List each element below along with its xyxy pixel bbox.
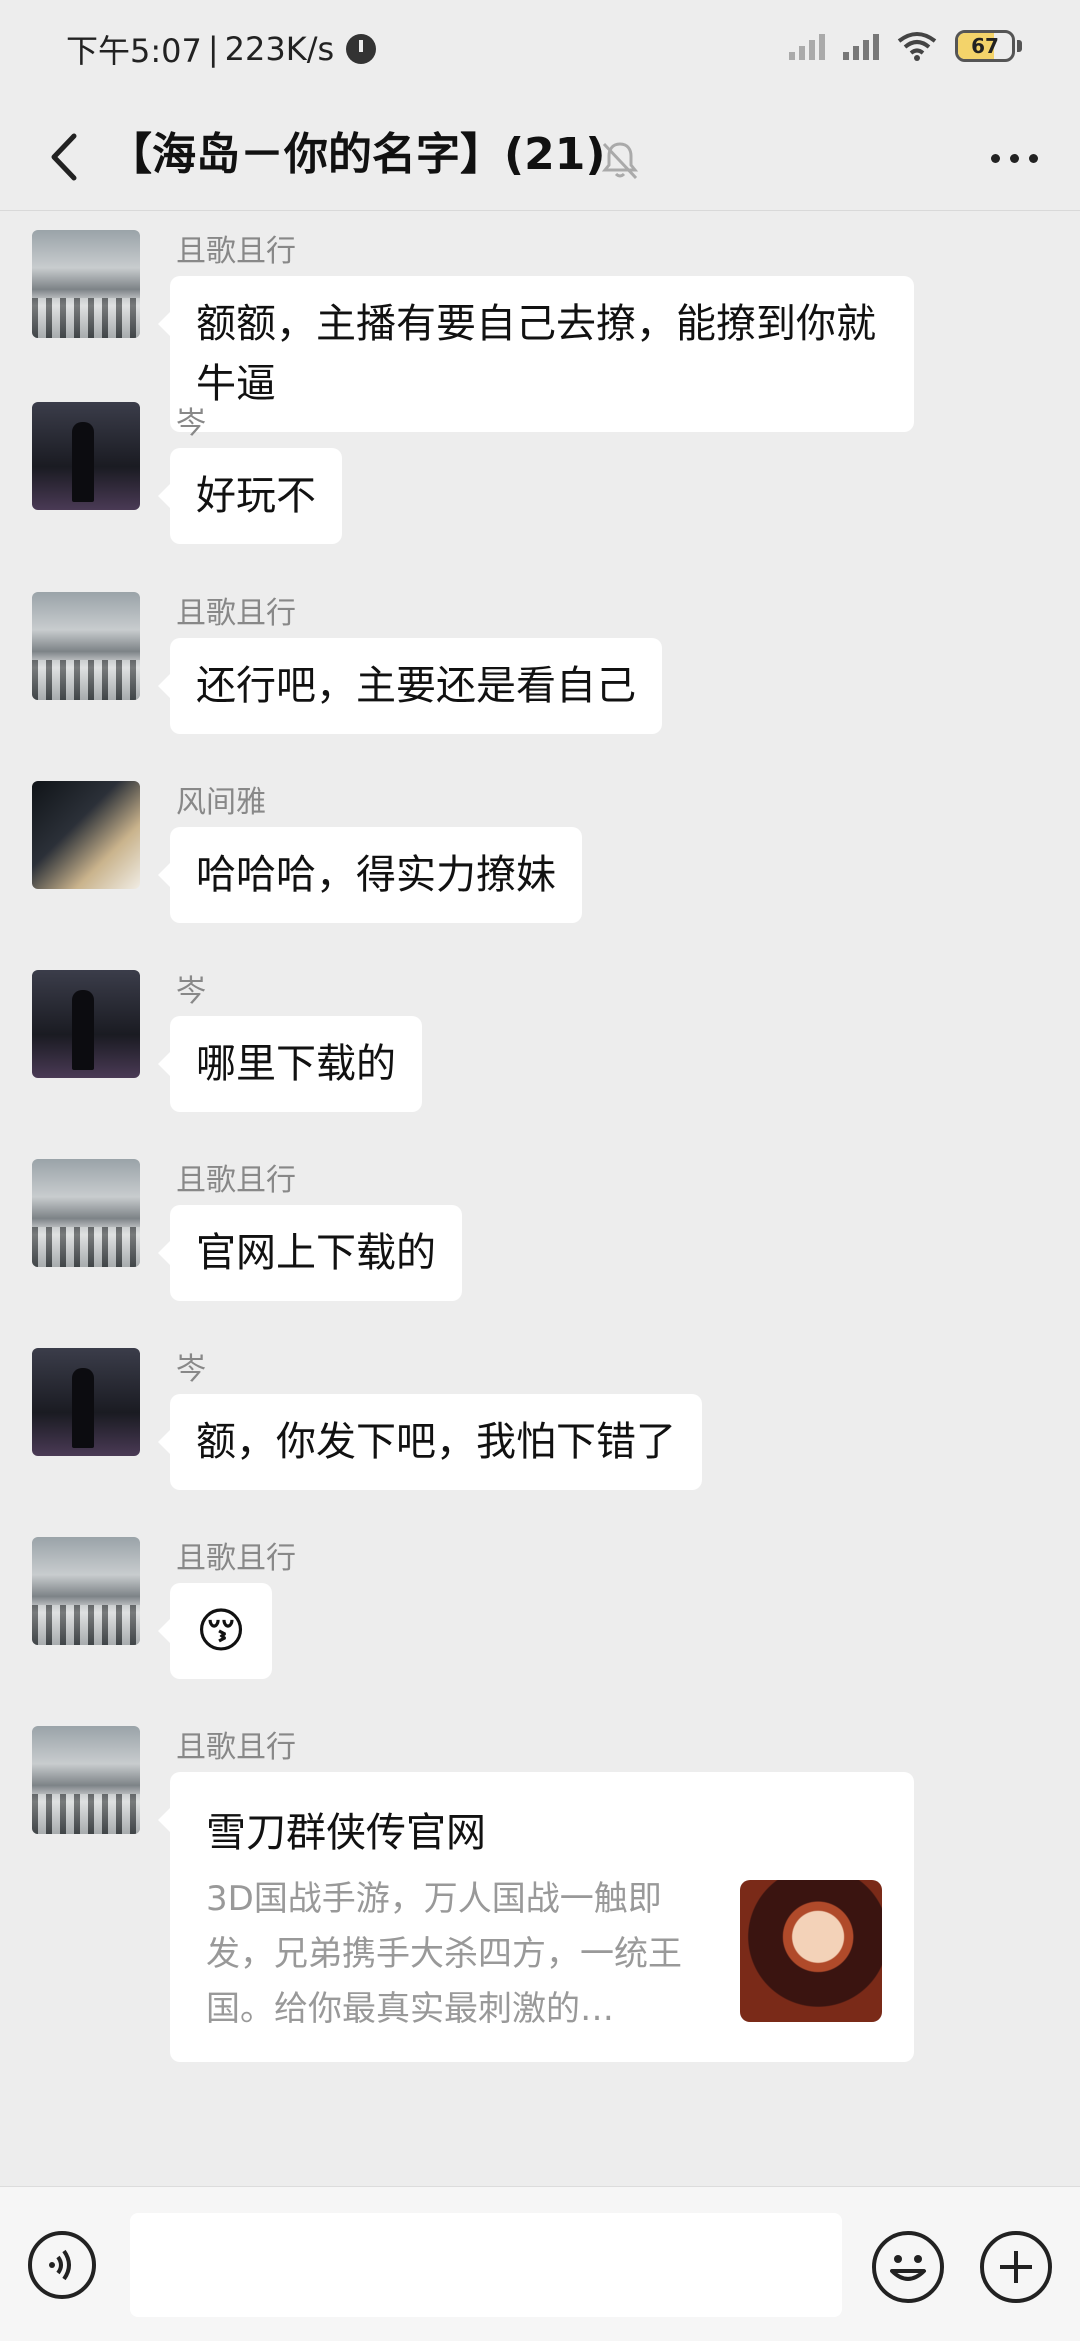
message-bubble[interactable]: 好玩不 <box>158 448 342 544</box>
sender-name: 岑 <box>176 406 206 441</box>
emoji-icon <box>890 2255 926 2281</box>
back-button[interactable] <box>30 122 100 192</box>
link-card-thumbnail <box>740 1880 882 2022</box>
sender-name: 且歌且行 <box>176 234 296 269</box>
more-dot <box>1009 153 1019 163</box>
message-bubble[interactable]: 额额，主播有要自己去撩，能撩到你就牛逼 <box>158 276 914 432</box>
message-input[interactable] <box>130 2213 842 2317</box>
sender-name: 且歌且行 <box>176 1730 296 1765</box>
sender-name: 且歌且行 <box>176 1163 296 1198</box>
avatar[interactable] <box>32 1537 140 1645</box>
sender-name: 且歌且行 <box>176 596 296 631</box>
plus-button[interactable] <box>980 2231 1052 2303</box>
message-bubble[interactable]: 哪里下载的 <box>158 1016 422 1112</box>
avatar[interactable] <box>32 970 140 1078</box>
battery-icon: 67 <box>955 30 1015 62</box>
signal-sim1-icon <box>789 32 825 60</box>
sender-name: 风间雅 <box>176 785 266 820</box>
emoji-message-bubble[interactable]: 😚 <box>157 1583 273 1679</box>
link-card[interactable]: 雪刀群侠传官网 3D国战手游，万人国战一触即发，兄弟携手大杀四方，一统王国。给你… <box>158 1772 914 2062</box>
status-net-speed: 223K/s <box>224 30 335 68</box>
message-bubble[interactable]: 额，你发下吧，我怕下错了 <box>158 1394 702 1490</box>
avatar[interactable] <box>32 781 140 889</box>
avatar[interactable] <box>32 592 140 700</box>
bell-off-icon <box>601 142 639 180</box>
avatar[interactable] <box>32 402 140 510</box>
message-bubble[interactable]: 还行吧，主要还是看自己 <box>158 638 662 734</box>
sender-name: 岑 <box>176 1352 206 1387</box>
avatar[interactable] <box>32 230 140 338</box>
status-left: 下午5:07 | 223K/s <box>66 26 377 72</box>
sender-name: 岑 <box>176 974 206 1009</box>
avatar[interactable] <box>32 1348 140 1456</box>
more-dot <box>1028 153 1038 163</box>
message-bubble[interactable]: 哈哈哈，得实力撩妹 <box>158 827 582 923</box>
voice-button[interactable] <box>28 2231 96 2299</box>
status-time: 下午5:07 <box>66 32 202 70</box>
signal-sim2-icon <box>843 32 879 60</box>
avatar[interactable] <box>32 1726 140 1834</box>
emoji-button[interactable] <box>872 2231 944 2303</box>
more-button[interactable] <box>974 130 1054 186</box>
chat-header: 【海岛－你的名字】(21) <box>0 100 1080 211</box>
link-card-title: 雪刀群侠传官网 <box>206 1810 486 1856</box>
chat-title: 【海岛－你的名字】(21) <box>108 129 606 180</box>
status-separator: | <box>207 30 219 68</box>
avatar[interactable] <box>32 1159 140 1267</box>
chat-message-list[interactable]: 且歌且行 额额，主播有要自己去撩，能撩到你就牛逼 岑 好玩不 且歌且行 还行吧，… <box>0 212 1080 2186</box>
more-dot <box>990 153 1000 163</box>
link-card-description: 3D国战手游，万人国战一触即发，兄弟携手大杀四方，一统王国。给你最真实最刺激的… <box>206 1879 682 2029</box>
status-bar: 下午5:07 | 223K/s 67 <box>0 0 1080 100</box>
alarm-icon <box>346 34 377 64</box>
sender-name: 且歌且行 <box>176 1541 296 1576</box>
status-right: 67 <box>789 30 1022 62</box>
wifi-icon <box>897 32 937 61</box>
input-bar <box>0 2186 1080 2341</box>
battery-text: 67 <box>971 34 999 58</box>
battery-tip <box>1017 40 1022 52</box>
message-bubble[interactable]: 官网上下载的 <box>158 1205 462 1301</box>
voice-icon <box>49 2249 71 2281</box>
